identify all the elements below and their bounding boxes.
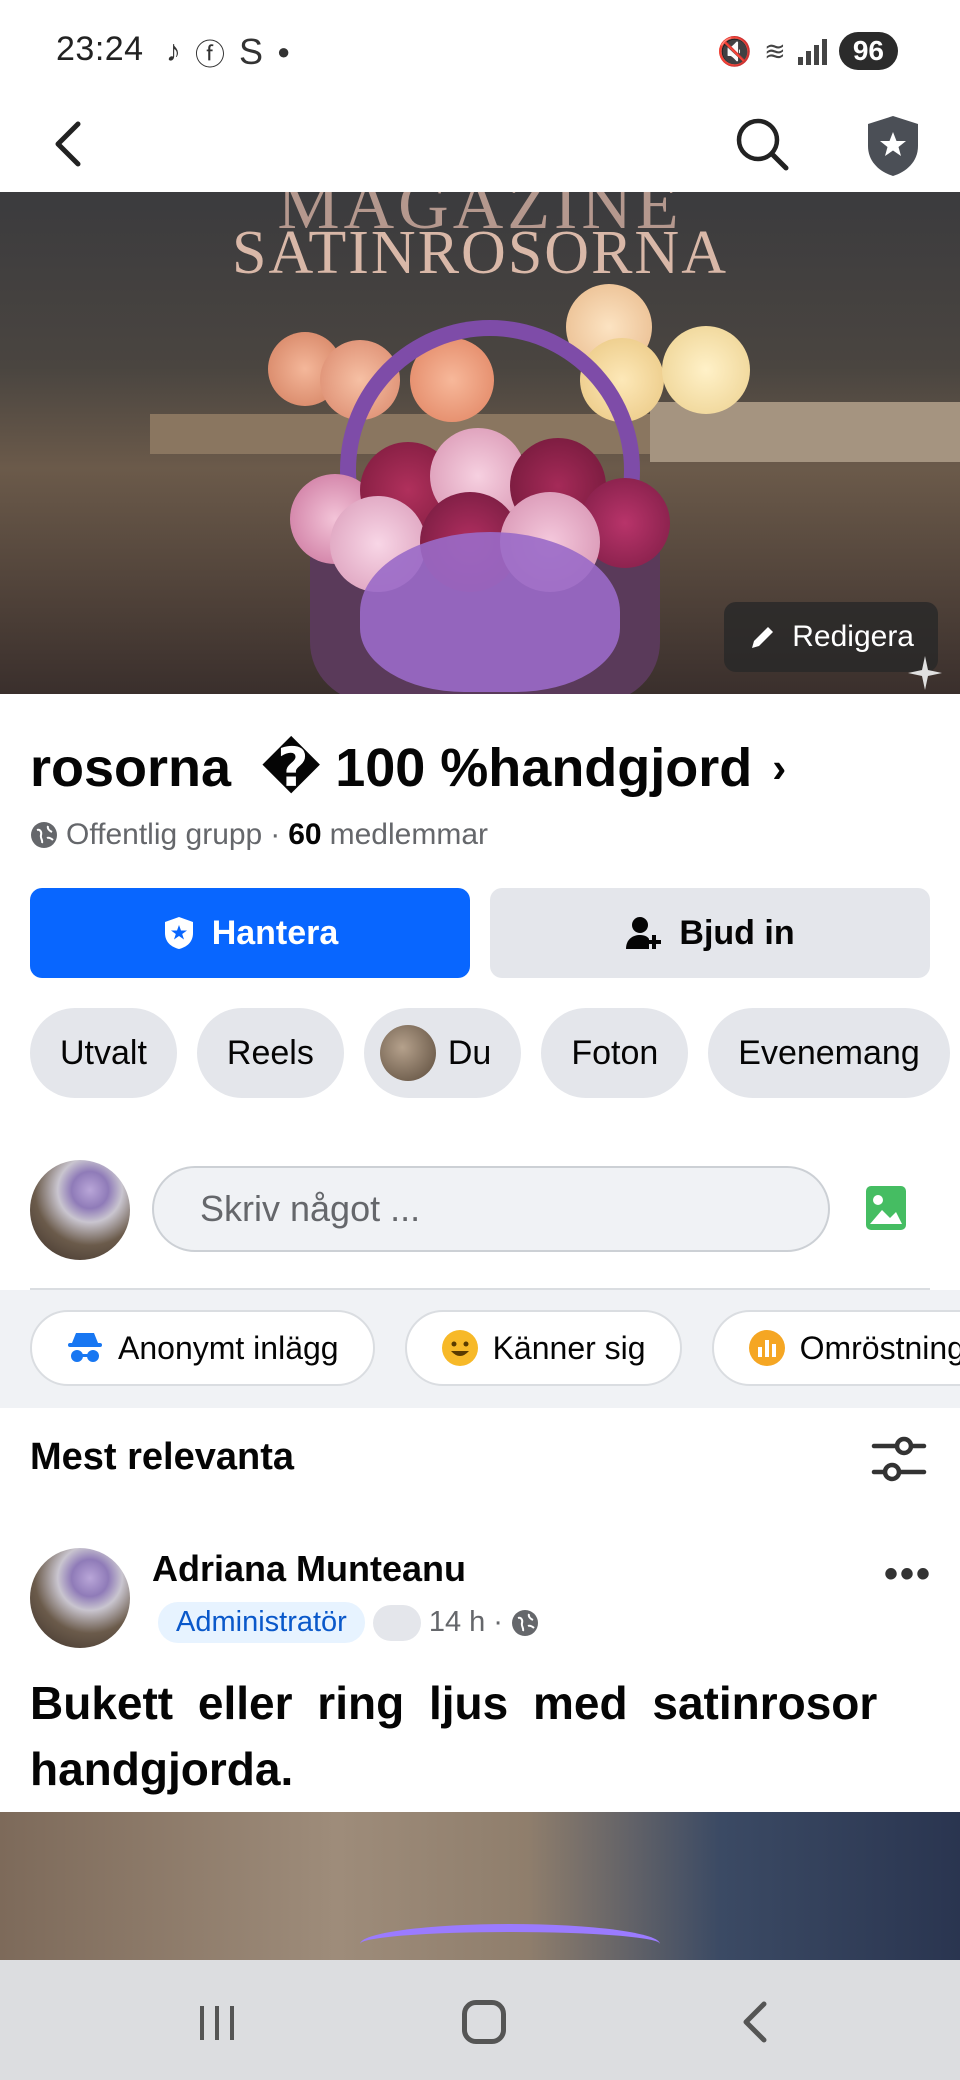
tab-label: Foton [571, 1033, 659, 1072]
anonymous-icon [68, 1333, 102, 1362]
tab-label: Reels [226, 1033, 314, 1072]
notification-icons: ♪ ⓕ S ● [166, 30, 290, 74]
add-person-icon [626, 917, 662, 949]
dot-icon: ● [277, 39, 291, 64]
feeling-chip[interactable]: Känner sig [404, 1310, 682, 1386]
sparkle-icon [908, 656, 942, 690]
pencil-icon [752, 627, 774, 648]
meta-separator: · [270, 818, 281, 851]
tab-events[interactable]: Evenemang [708, 1008, 950, 1098]
system-indicators: 🔇 ≋ 96 [717, 32, 898, 70]
chevron-right-icon: › [772, 743, 787, 791]
bow [360, 532, 620, 692]
invite-label: Bjud in [679, 913, 795, 952]
group-meta: Offentlig grupp · 60 medlemmar [30, 818, 488, 852]
s-icon: S [239, 31, 264, 72]
post-author[interactable]: Adriana Munteanu [152, 1548, 466, 1590]
post-time[interactable]: 14 h [429, 1606, 485, 1639]
post-text: Bukett eller ring ljus med satinrosor ha… [30, 1677, 878, 1795]
tab-label: Du [447, 1033, 492, 1072]
status-time: 23:24 [56, 30, 144, 68]
shield-star-icon [164, 917, 193, 949]
poll-chip[interactable]: Omröstning [711, 1310, 960, 1386]
manage-button[interactable]: Hantera [30, 888, 470, 978]
edit-cover-button[interactable]: Redigera [724, 602, 938, 672]
post-options: Anonymt inlägg Känner sig Omröstning [30, 1310, 960, 1386]
smiley-icon [441, 1330, 478, 1366]
battery-indicator: 96 [838, 32, 898, 70]
chip-label: Omröstning [799, 1329, 960, 1366]
manage-label: Hantera [211, 913, 339, 952]
admin-badge: Administratör [158, 1602, 365, 1643]
admin-shield-icon[interactable] [858, 110, 928, 180]
home-icon[interactable] [462, 2000, 506, 2044]
photo-icon[interactable] [862, 1180, 910, 1236]
tab-label: Evenemang [738, 1033, 920, 1072]
cover-title: SATINROSORNA [232, 219, 728, 287]
tiktok-icon: ♪ [166, 35, 181, 68]
badge-placeholder [372, 1604, 421, 1641]
system-nav-bar [0, 1960, 960, 2080]
recent-apps-icon[interactable] [196, 2004, 238, 2042]
more-options-icon[interactable]: ••• [884, 1552, 932, 1597]
chip-label: Anonymt inlägg [118, 1329, 339, 1366]
group-tabs: Utvalt Reels Du Foton Evenemang [30, 1008, 950, 1098]
group-name-part2: 100 %handgjord [335, 737, 753, 798]
globe-icon [511, 1609, 538, 1636]
invite-button[interactable]: Bjud in [490, 888, 930, 978]
group-name-symbol: � [261, 738, 322, 798]
back-icon[interactable] [40, 114, 100, 174]
post-composer-input[interactable]: Skriv något ... [152, 1166, 830, 1252]
tab-featured[interactable]: Utvalt [30, 1008, 177, 1098]
anonymous-post-chip[interactable]: Anonymt inlägg [30, 1310, 375, 1386]
tab-label: Utvalt [60, 1033, 147, 1072]
group-actions: Hantera Bjud in [30, 888, 930, 978]
members-label: medlemmar [329, 818, 488, 851]
filter-icon[interactable] [870, 1434, 928, 1486]
globe-icon [31, 822, 57, 848]
facebook-icon: ⓕ [195, 39, 225, 72]
tab-photos[interactable]: Foton [541, 1008, 689, 1098]
post-meta: Administratör 14 h · [158, 1602, 539, 1643]
wifi-icon: ≋ [764, 35, 786, 66]
avatar [379, 1025, 436, 1081]
tab-you[interactable]: Du [363, 1008, 522, 1098]
system-back-icon[interactable] [738, 2000, 770, 2044]
search-icon[interactable] [730, 112, 794, 176]
mute-icon: 🔇 [717, 35, 753, 67]
led-lights [360, 1924, 660, 1960]
edit-cover-label: Redigera [792, 620, 914, 653]
feed-sort-label: Mest relevanta [30, 1436, 295, 1478]
group-name[interactable]: rosorna � 100 %handgjord › [30, 736, 786, 799]
post-image[interactable] [0, 1812, 960, 1960]
member-count: 60 [288, 818, 322, 851]
chip-label: Känner sig [492, 1329, 646, 1366]
meta-dot: · [493, 1606, 503, 1638]
status-bar: 23:24 ♪ ⓕ S ● 🔇 ≋ 96 [0, 0, 960, 96]
signal-icon [797, 37, 827, 65]
group-name-part1: rosorna [30, 737, 232, 798]
poll-icon [748, 1330, 785, 1366]
post-author-avatar[interactable] [30, 1548, 130, 1648]
tab-reels[interactable]: Reels [196, 1008, 344, 1098]
group-visibility: Offentlig grupp [66, 818, 263, 851]
composer-avatar[interactable] [30, 1160, 130, 1260]
top-nav [0, 96, 960, 192]
composer-placeholder: Skriv något ... [200, 1188, 421, 1229]
cover-photo[interactable]: MAGAZINE SATINROSORNA Redigera [0, 192, 960, 694]
rose [662, 326, 750, 414]
